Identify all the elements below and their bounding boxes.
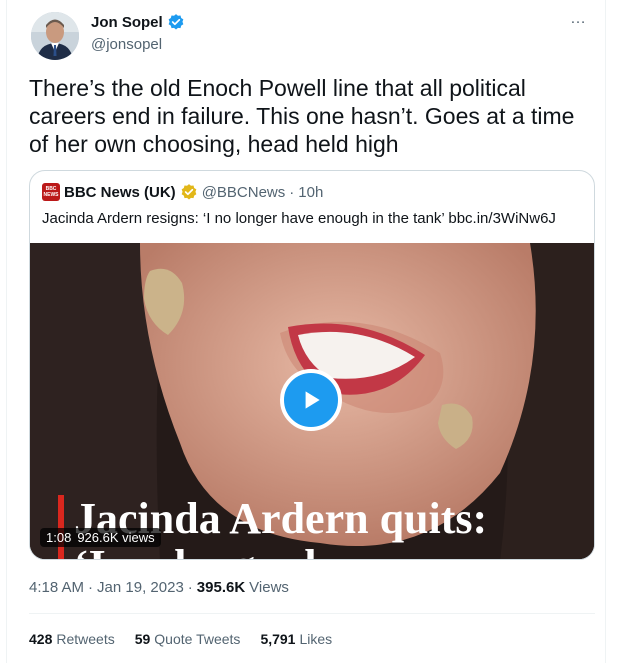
separator-dot: · bbox=[88, 579, 94, 596]
divider bbox=[29, 613, 595, 614]
likes-stat[interactable]: 5,791 Likes bbox=[260, 631, 332, 647]
retweets-count: 428 bbox=[29, 631, 53, 647]
retweets-stat[interactable]: 428 Retweets bbox=[29, 631, 115, 647]
quote-tweets-stat[interactable]: 59 Quote Tweets bbox=[135, 631, 241, 647]
likes-count: 5,791 bbox=[260, 631, 296, 647]
quoted-tweet[interactable]: BBC NEWS BBC News (UK) @BBCNews · 10h Ja… bbox=[29, 170, 595, 560]
tweet-date[interactable]: Jan 19, 2023 bbox=[97, 579, 184, 596]
gold-verified-badge-icon bbox=[181, 184, 197, 200]
verified-badge-icon bbox=[168, 14, 184, 30]
separator-dot: · bbox=[289, 183, 295, 201]
tweet-meta: 4:18 AM · Jan 19, 2023 · 395.6K Views bbox=[29, 579, 289, 596]
quoted-author-name[interactable]: BBC News (UK) bbox=[64, 184, 176, 201]
video-views: 926.6K views bbox=[77, 530, 155, 545]
tweet-text: There’s the old Enoch Powell line that a… bbox=[29, 75, 575, 157]
tweet-stats: 428 Retweets 59 Quote Tweets 5,791 Likes bbox=[29, 631, 332, 647]
more-options-icon[interactable]: … bbox=[570, 10, 587, 28]
bbc-news-logo-icon: BBC NEWS bbox=[42, 183, 60, 201]
quoted-tweet-time[interactable]: 10h bbox=[298, 184, 323, 201]
author-name[interactable]: Jon Sopel bbox=[91, 13, 185, 31]
video-player[interactable]: Jacinda Ardern quits: ‘I no longer have … bbox=[30, 243, 594, 559]
views-label: Views bbox=[249, 579, 289, 596]
video-info-badge: 1:08 926.6K views bbox=[40, 528, 161, 547]
quotes-count: 59 bbox=[134, 631, 151, 647]
retweets-label: Retweets bbox=[56, 631, 115, 647]
logo-text-news: NEWS bbox=[43, 192, 59, 198]
quoted-tweet-text: Jacinda Ardern resigns: ‘I no longer hav… bbox=[42, 210, 556, 227]
play-button[interactable] bbox=[280, 369, 342, 431]
tweet-card: Jon Sopel @jonsopel … There’s the old En… bbox=[6, 0, 606, 663]
author-name-text: Jon Sopel bbox=[91, 13, 163, 31]
views-count: 395.6K bbox=[196, 579, 246, 596]
author-handle[interactable]: @jonsopel bbox=[91, 36, 162, 53]
quotes-label: Quote Tweets bbox=[154, 631, 241, 647]
quoted-author-handle[interactable]: @BBCNews bbox=[202, 184, 286, 201]
play-icon bbox=[305, 391, 320, 409]
quoted-tweet-header: BBC NEWS BBC News (UK) @BBCNews · 10h bbox=[42, 183, 323, 201]
avatar-photo bbox=[31, 12, 79, 60]
likes-label: Likes bbox=[299, 631, 333, 647]
tweet-time[interactable]: 4:18 AM bbox=[29, 579, 84, 596]
avatar[interactable] bbox=[31, 12, 79, 60]
separator-dot: · bbox=[187, 579, 193, 596]
video-duration: 1:08 bbox=[46, 530, 72, 545]
